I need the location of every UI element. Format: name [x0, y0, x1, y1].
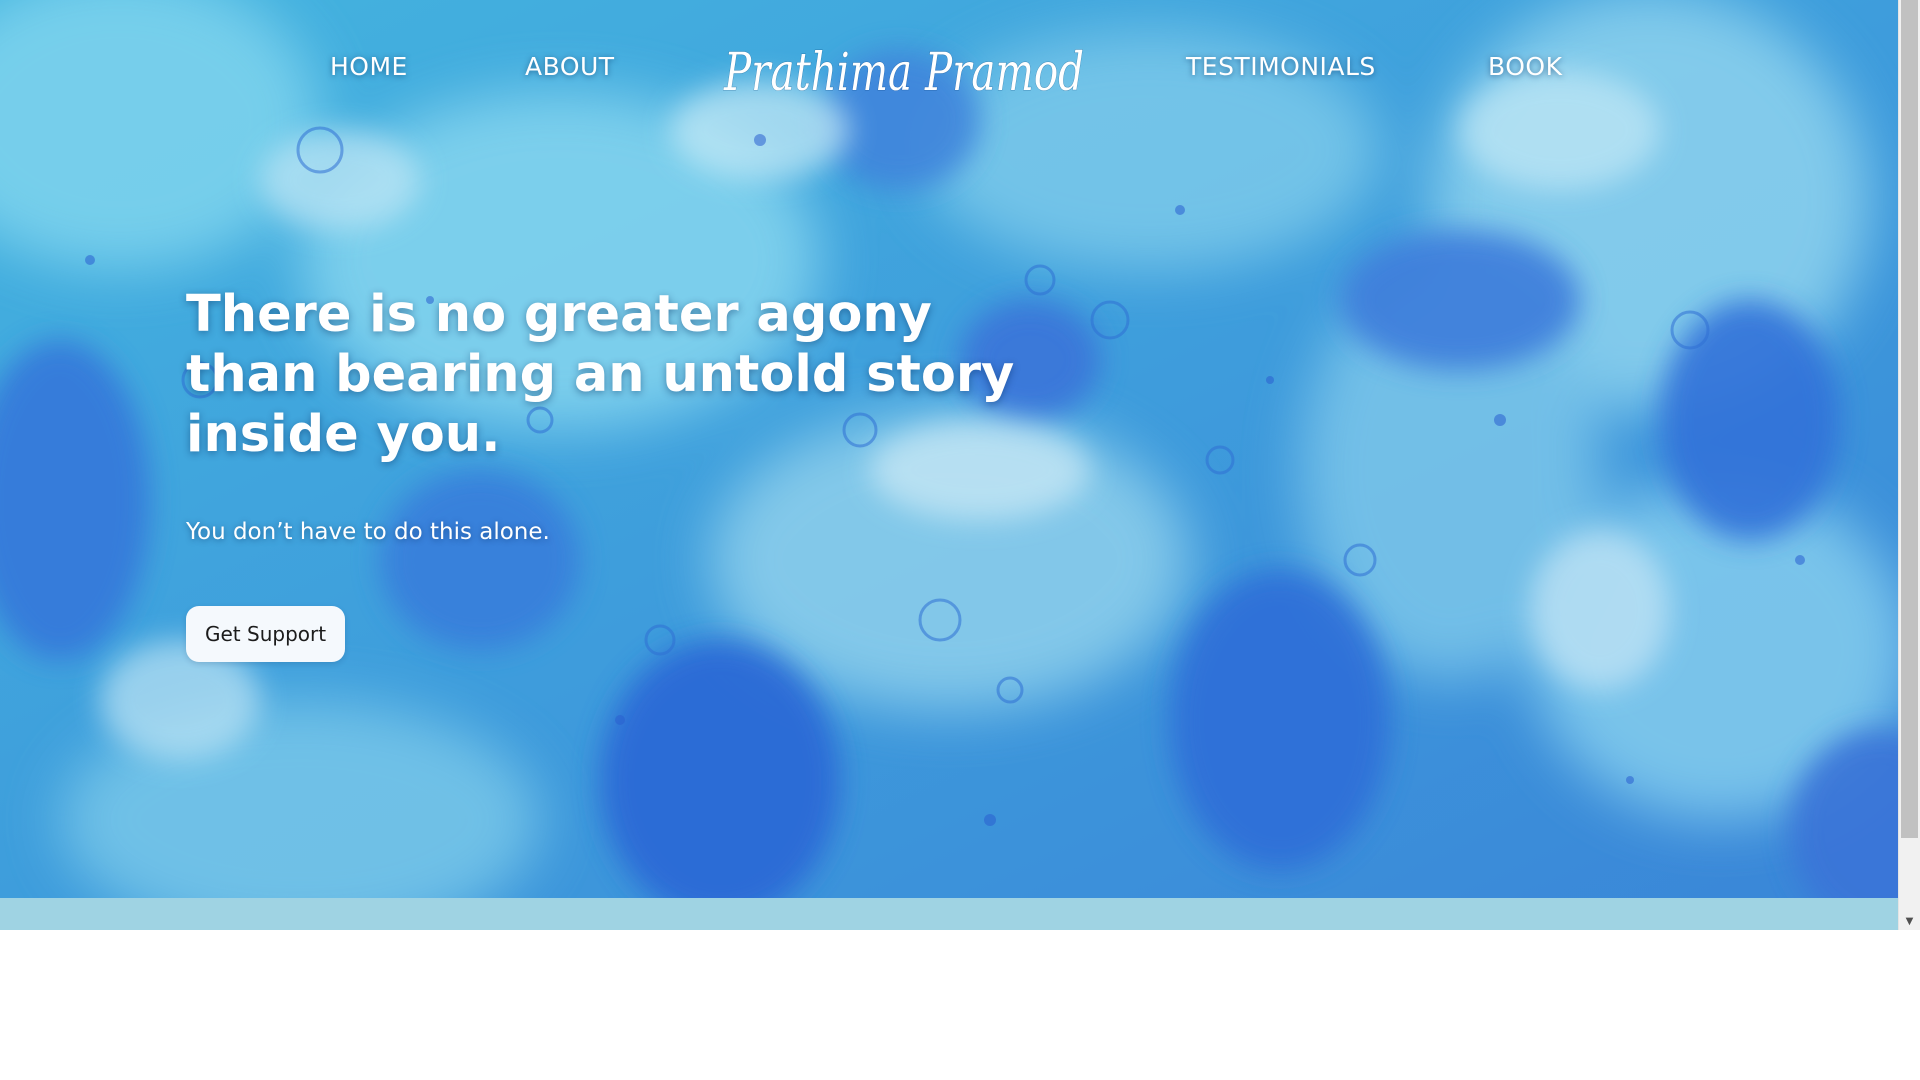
scroll-down-arrow-icon[interactable]: ▼ — [1899, 914, 1920, 930]
get-support-button[interactable]: Get Support — [186, 606, 346, 662]
nav-link-book[interactable]: BOOK — [1488, 52, 1562, 81]
page-scrollbar[interactable]: ▼ — [1898, 0, 1920, 930]
nav-link-home[interactable]: HOME — [330, 52, 408, 81]
logo-text: Prathima Pramod — [723, 43, 1084, 103]
main-navigation: HOME ABOUT Prathima Pramod TESTIMONIALS … — [0, 0, 1898, 140]
browser-viewport: HOME ABOUT Prathima Pramod TESTIMONIALS … — [0, 0, 1920, 1080]
hero-subheading: You don’t have to do this alone. — [186, 519, 550, 545]
nav-link-about[interactable]: ABOUT — [525, 52, 615, 81]
nav-link-testimonials[interactable]: TESTIMONIALS — [1186, 52, 1376, 81]
hero-bottom-strip — [0, 898, 1898, 930]
scrollbar-thumb[interactable] — [1901, 0, 1918, 838]
hero-headline: There is no greater agony than bearing a… — [186, 285, 1015, 464]
site-logo[interactable]: Prathima Pramod — [718, 28, 1090, 108]
hero-section: HOME ABOUT Prathima Pramod TESTIMONIALS … — [0, 0, 1898, 898]
